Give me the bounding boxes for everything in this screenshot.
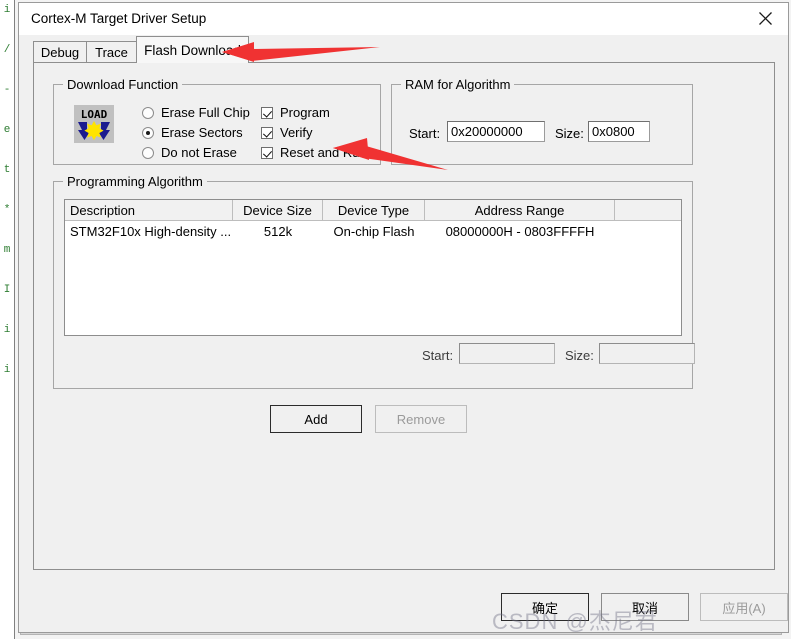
checkbox-program-indicator [261, 106, 273, 119]
table-header-row: Description Device Size Device Type Addr… [65, 200, 681, 221]
apply-button[interactable]: 应用(A) [700, 593, 788, 621]
radio-do-not-erase[interactable]: Do not Erase [142, 145, 237, 160]
tab-trace[interactable]: Trace [86, 41, 137, 63]
load-icon: LOAD [72, 103, 116, 145]
checkbox-reset-and-run-label: Reset and Run [280, 145, 367, 160]
checkbox-verify[interactable]: Verify [261, 125, 313, 140]
table-row[interactable]: STM32F10x High-density ... 512k On-chip … [65, 221, 681, 241]
checkbox-program-label: Program [280, 105, 330, 120]
algo-start-input[interactable] [459, 343, 555, 364]
target-driver-setup-dialog: Cortex-M Target Driver Setup Debug Trace… [18, 2, 789, 633]
dialog-titlebar: Cortex-M Target Driver Setup [19, 3, 788, 35]
svg-text:LOAD: LOAD [81, 108, 108, 121]
tab-debug-label: Debug [40, 45, 80, 60]
checkbox-reset-and-run[interactable]: Reset and Run [261, 145, 367, 160]
column-header-device-type[interactable]: Device Type [323, 200, 425, 220]
tab-flash-download[interactable]: Flash Download [136, 36, 249, 63]
programming-algorithm-group-title: Programming Algorithm [63, 174, 207, 189]
checkbox-program[interactable]: Program [261, 105, 330, 120]
radio-do-not-erase-label: Do not Erase [161, 145, 237, 160]
tab-trace-label: Trace [95, 45, 128, 60]
cancel-button-label: 取消 [631, 600, 658, 616]
ram-start-label: Start: [409, 126, 441, 141]
ram-size-input[interactable]: 0x0800 [588, 121, 650, 142]
radio-erase-sectors[interactable]: Erase Sectors [142, 125, 243, 140]
radio-erase-full-chip[interactable]: Erase Full Chip [142, 105, 250, 120]
apply-button-label: 应用(A) [722, 600, 766, 616]
radio-do-not-erase-indicator [142, 146, 154, 159]
dialog-title: Cortex-M Target Driver Setup [31, 11, 207, 26]
radio-erase-sectors-indicator [142, 126, 154, 139]
flash-download-panel: Download Function LOAD Erase Full Chip E… [33, 62, 775, 570]
programming-algorithm-table[interactable]: Description Device Size Device Type Addr… [64, 199, 682, 336]
cell-description: STM32F10x High-density ... [70, 223, 232, 239]
radio-erase-full-chip-label: Erase Full Chip [161, 105, 250, 120]
algo-size-input[interactable] [599, 343, 695, 364]
column-header-spacer[interactable] [615, 200, 681, 220]
cell-device-type: On-chip Flash [333, 223, 415, 239]
download-function-group: Download Function LOAD Erase Full Chip E… [53, 77, 381, 165]
cell-address-range: 08000000H - 0803FFFFH [445, 223, 595, 239]
programming-algorithm-group: Programming Algorithm Description Device… [53, 174, 695, 389]
remove-button[interactable]: Remove [375, 405, 467, 433]
column-header-device-size[interactable]: Device Size [233, 200, 323, 220]
close-icon[interactable] [742, 3, 788, 34]
ram-for-algorithm-group-title: RAM for Algorithm [401, 77, 515, 92]
download-function-group-title: Download Function [63, 77, 183, 92]
column-header-description[interactable]: Description [65, 200, 233, 220]
ram-for-algorithm-group: RAM for Algorithm Start: 0x20000000 Size… [391, 77, 693, 165]
tab-flash-download-label: Flash Download [144, 42, 241, 58]
ram-size-label: Size: [555, 126, 584, 141]
ram-start-input[interactable]: 0x20000000 [447, 121, 545, 142]
add-button[interactable]: Add [270, 405, 362, 433]
ok-button-label: 确定 [531, 600, 558, 616]
tabstrip: Debug Trace Flash Download [33, 36, 775, 63]
checkbox-verify-indicator [261, 126, 273, 139]
editor-gutter-text: i / - e t * m I i i [3, 4, 11, 376]
algo-size-label: Size: [565, 348, 594, 363]
radio-erase-full-chip-indicator [142, 106, 154, 119]
checkbox-reset-and-run-indicator [261, 146, 273, 159]
add-button-label: Add [304, 411, 328, 427]
radio-erase-sectors-label: Erase Sectors [161, 125, 243, 140]
column-header-address-range[interactable]: Address Range [425, 200, 615, 220]
cell-device-size: 512k [263, 223, 293, 239]
ok-button[interactable]: 确定 [501, 593, 589, 621]
tab-debug[interactable]: Debug [33, 41, 87, 63]
remove-button-label: Remove [396, 411, 446, 427]
algo-start-label: Start: [422, 348, 454, 363]
checkbox-verify-label: Verify [280, 125, 313, 140]
cancel-button[interactable]: 取消 [601, 593, 689, 621]
